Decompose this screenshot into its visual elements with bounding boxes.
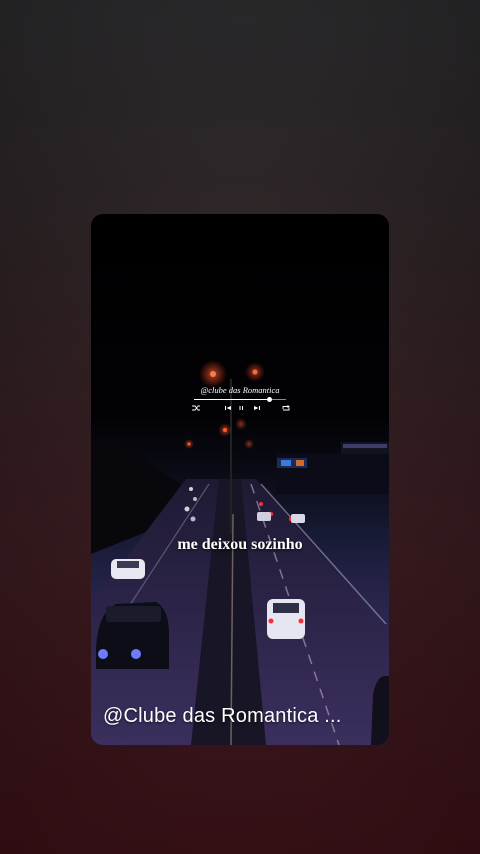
lyric-caption: me deixou sozinho [177, 536, 303, 553]
shuffle-icon[interactable] [190, 403, 202, 413]
player-progress-bar[interactable] [194, 397, 286, 402]
repeat-icon[interactable] [280, 403, 292, 413]
previous-icon[interactable] [222, 403, 234, 413]
channel-watermark: @Clube das Romantica ... [103, 705, 342, 727]
next-icon[interactable] [251, 403, 263, 413]
music-player-widget: @clube das Romantica [190, 385, 290, 417]
video-frame[interactable] [91, 214, 389, 745]
player-progress-knob[interactable] [266, 397, 272, 402]
player-progress-fill [194, 399, 270, 400]
pause-icon[interactable] [235, 403, 247, 413]
night-highway-scene [91, 360, 389, 745]
player-title: @clube das Romantica [200, 385, 280, 395]
